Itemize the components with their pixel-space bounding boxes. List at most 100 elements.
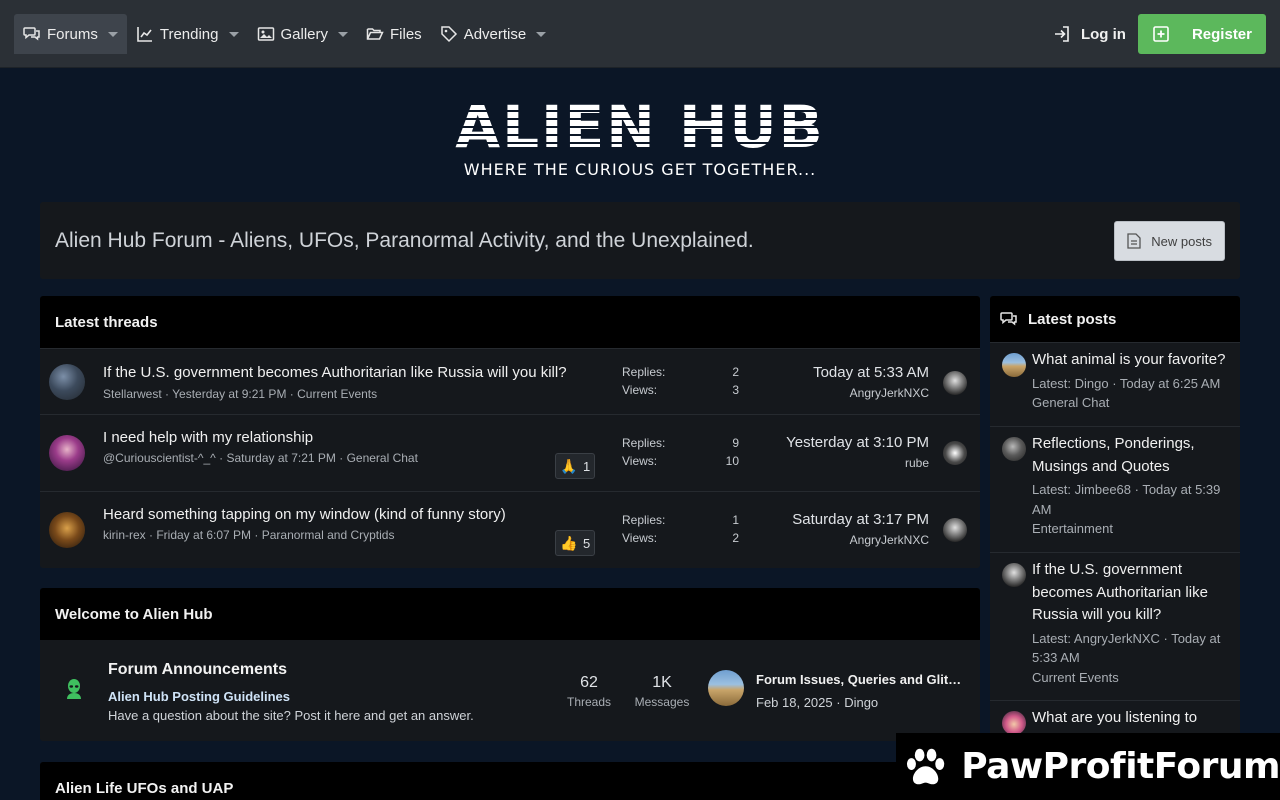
- thread-last-post: Today at 5:33 AM AngryJerkNXC: [813, 364, 929, 400]
- post-title[interactable]: If the U.S. government becomes Authorita…: [1032, 559, 1232, 627]
- avatar[interactable]: [49, 435, 85, 471]
- reaction-summary[interactable]: 🙏 1: [555, 453, 596, 479]
- post-forum[interactable]: Current Events: [1032, 668, 1232, 688]
- login-button[interactable]: Log in: [1053, 25, 1126, 43]
- post-title[interactable]: What animal is your favorite?: [1032, 349, 1232, 372]
- post-forum[interactable]: Entertainment: [1032, 519, 1232, 539]
- messages-count: 1K: [652, 674, 672, 691]
- post-title[interactable]: What are you listening to: [1032, 707, 1232, 730]
- new-posts-button[interactable]: New posts: [1114, 221, 1225, 261]
- tab-advertise[interactable]: Advertise: [431, 14, 556, 54]
- last-post-user[interactable]: Dingo: [844, 695, 878, 710]
- post-title[interactable]: Reflections, Ponderings, Musings and Quo…: [1032, 433, 1232, 478]
- chevron-down-icon[interactable]: [107, 31, 118, 37]
- thread-title[interactable]: If the U.S. government becomes Authorita…: [103, 364, 567, 381]
- messages-label: Messages: [634, 695, 690, 709]
- register-label: Register: [1191, 25, 1252, 43]
- thumbs-up-icon: 👍: [560, 534, 578, 551]
- list-item: What animal is your favorite? Latest: Di…: [990, 342, 1240, 426]
- thread-meta: @Curiouscientist-^_^ · Saturday at 7:21 …: [103, 451, 418, 465]
- logo-tagline: WHERE THE CURIOUS GET TOGETHER...: [463, 160, 817, 179]
- thread-title[interactable]: Heard something tapping on my window (ki…: [103, 506, 506, 523]
- thread-last-post: Yesterday at 3:10 PM rube: [786, 434, 929, 470]
- views-label: Views:: [622, 454, 658, 468]
- thread-start-date[interactable]: Saturday at 7:21 PM: [226, 451, 335, 465]
- last-post-user[interactable]: AngryJerkNXC: [813, 386, 929, 400]
- latest-posts-sidebar: Latest posts What animal is your favorit…: [990, 296, 1240, 800]
- thread-stats: Replies: 2 Views: 3: [622, 365, 739, 401]
- post-meta[interactable]: Latest: Dingo · Today at 6:25 AM: [1032, 374, 1232, 394]
- latest-posts-heading: Latest posts: [990, 296, 1240, 342]
- avatar[interactable]: [49, 512, 85, 548]
- list-item: If the U.S. government becomes Authorita…: [990, 552, 1240, 700]
- folder-open-icon: [366, 28, 384, 40]
- forum-last-thread[interactable]: Forum Issues, Queries and Glitches: [756, 672, 966, 687]
- thread-author[interactable]: kirin-rex: [103, 528, 146, 542]
- latest-threads-heading: Latest threads: [40, 296, 980, 348]
- tab-forums-label: Forums: [47, 25, 98, 43]
- tab-gallery[interactable]: Gallery: [248, 14, 358, 54]
- avatar[interactable]: [943, 441, 967, 465]
- thread-start-date[interactable]: Friday at 6:07 PM: [156, 528, 251, 542]
- thread-row[interactable]: I need help with my relationship @Curiou…: [40, 414, 980, 491]
- new-posts-label: New posts: [1151, 233, 1212, 249]
- thread-forum[interactable]: Current Events: [297, 387, 377, 401]
- thread-forum[interactable]: General Chat: [347, 451, 418, 465]
- thread-title[interactable]: I need help with my relationship: [103, 429, 313, 446]
- plus-square-icon: [1153, 26, 1169, 42]
- chevron-down-icon[interactable]: [228, 31, 239, 37]
- avatar[interactable]: [49, 364, 85, 400]
- thread-row[interactable]: Heard something tapping on my window (ki…: [40, 491, 980, 568]
- tab-trending-label: Trending: [159, 25, 219, 43]
- last-post-user[interactable]: AngryJerkNXC: [792, 533, 929, 547]
- replies-label: Replies:: [622, 365, 666, 379]
- tab-trending[interactable]: Trending: [127, 14, 248, 54]
- thread-author[interactable]: @Curiouscientist-^_^: [103, 451, 216, 465]
- avatar[interactable]: [943, 371, 967, 395]
- post-forum[interactable]: General Chat: [1032, 393, 1232, 413]
- subforum-link[interactable]: Alien Hub Posting Guidelines: [108, 689, 290, 704]
- sign-in-icon: [1054, 26, 1069, 42]
- post-meta[interactable]: Latest: AngryJerkNXC · Today at 5:33 AM: [1032, 629, 1232, 668]
- tab-forums[interactable]: Forums: [14, 14, 127, 54]
- forum-title[interactable]: Forum Announcements: [108, 661, 287, 679]
- views-count: 10: [725, 454, 739, 468]
- last-post-user[interactable]: rube: [786, 456, 929, 470]
- avatar[interactable]: [708, 670, 744, 706]
- avatar[interactable]: [943, 518, 967, 542]
- thread-forum[interactable]: Paranormal and Cryptids: [262, 528, 395, 542]
- tab-files[interactable]: Files: [357, 14, 431, 54]
- avatar[interactable]: [1002, 353, 1026, 377]
- login-label: Log in: [1080, 25, 1126, 43]
- thread-author[interactable]: Stellarwest: [103, 387, 162, 401]
- threads-label: Threads: [567, 695, 612, 709]
- last-post-time[interactable]: Saturday at 3:17 PM: [792, 511, 929, 528]
- last-post-date[interactable]: Feb 18, 2025: [756, 695, 833, 710]
- last-post-time[interactable]: Today at 5:33 AM: [813, 364, 929, 381]
- thread-stats: Replies: 9 Views: 10: [622, 436, 739, 472]
- chart-line-icon: [137, 27, 152, 42]
- reaction-summary[interactable]: 👍 5: [555, 530, 596, 556]
- file-icon: [1127, 233, 1141, 249]
- alien-icon: [67, 679, 81, 699]
- comments-icon: [1000, 312, 1017, 326]
- register-button[interactable]: Register: [1137, 14, 1266, 54]
- thread-row[interactable]: If the U.S. government becomes Authorita…: [40, 348, 980, 414]
- category-heading[interactable]: Alien Life UFOs and UAP: [40, 762, 980, 800]
- chevron-down-icon[interactable]: [536, 31, 547, 37]
- image-icon: [257, 27, 274, 41]
- avatar[interactable]: [1002, 437, 1026, 461]
- pray-icon: 🙏: [560, 457, 578, 474]
- replies-label: Replies:: [622, 513, 666, 527]
- category-heading[interactable]: Welcome to Alien Hub: [40, 588, 980, 640]
- last-post-time[interactable]: Yesterday at 3:10 PM: [786, 434, 929, 451]
- site-logo[interactable]: ALIEN HUB WHERE THE CURIOUS GET TOGETHER…: [440, 96, 840, 182]
- thread-meta: kirin-rex · Friday at 6:07 PM · Paranorm…: [103, 528, 395, 542]
- avatar[interactable]: [1002, 563, 1026, 587]
- reaction-count: 1: [583, 458, 591, 474]
- thread-start-date[interactable]: Yesterday at 9:21 PM: [172, 387, 286, 401]
- top-navigation-bar: Forums Trending Gallery Files Advertise …: [0, 0, 1280, 68]
- chevron-down-icon[interactable]: [338, 31, 349, 37]
- post-meta[interactable]: Latest: Jimbee68 · Today at 5:39 AM: [1032, 480, 1232, 519]
- avatar[interactable]: [1002, 711, 1026, 735]
